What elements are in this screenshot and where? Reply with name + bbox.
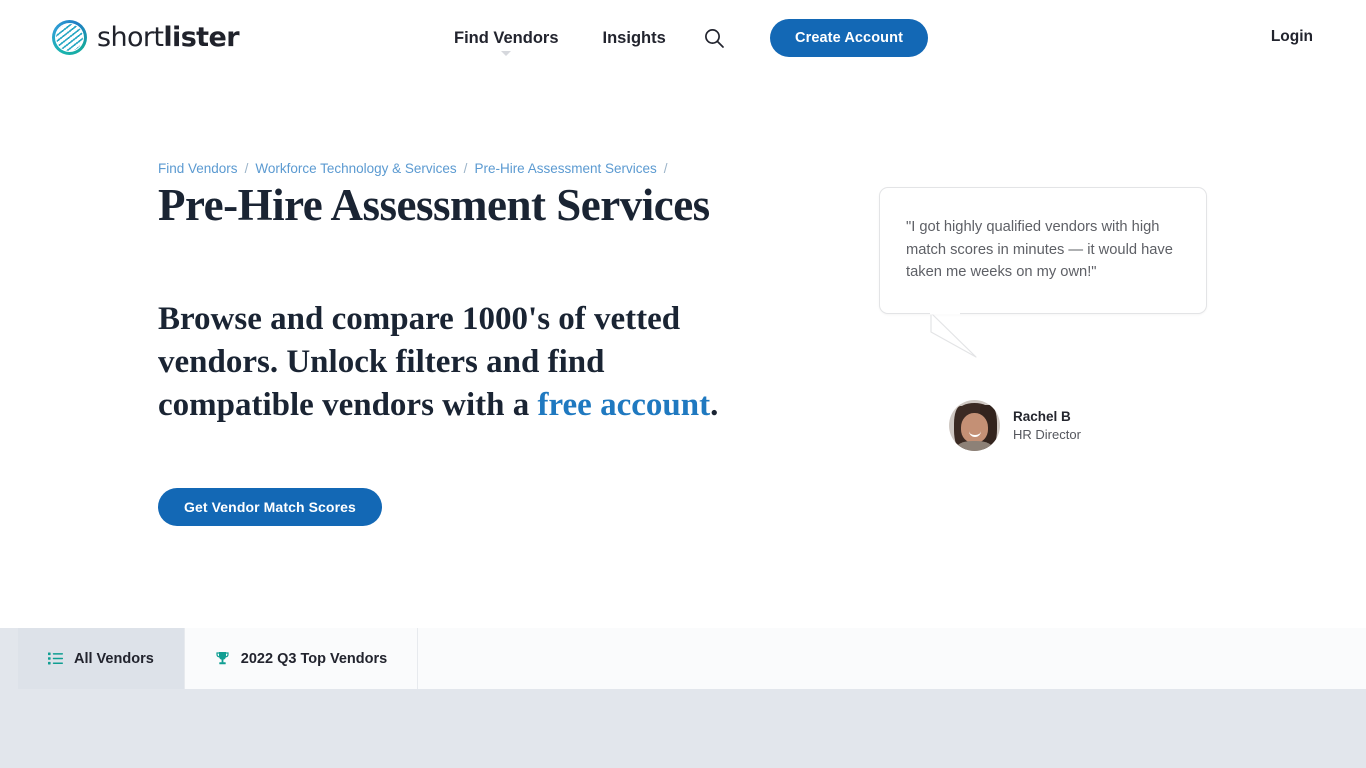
logo-text-bold: lister [163, 22, 239, 53]
vendor-browser-section: All Vendors 2022 Q3 Top Vendors [0, 628, 1366, 768]
breadcrumb-separator: / [244, 161, 249, 176]
breadcrumb-item-find-vendors[interactable]: Find Vendors [158, 161, 238, 176]
tab-all-vendors[interactable]: All Vendors [18, 628, 185, 689]
testimonial-author-role: HR Director [1013, 426, 1081, 442]
nav-item-insights-label: Insights [602, 28, 666, 47]
tab-all-vendors-label: All Vendors [74, 650, 154, 667]
logo-wordmark: shortlister [97, 22, 240, 53]
site-header: shortlister Find Vendors Insights Create… [0, 0, 1366, 76]
create-account-button[interactable]: Create Account [770, 19, 929, 57]
avatar [949, 400, 1000, 451]
page-root: shortlister Find Vendors Insights Create… [0, 0, 1366, 768]
testimonial-author-name: Rachel B [1013, 408, 1071, 424]
search-icon[interactable] [703, 27, 725, 49]
breadcrumb-item-workforce-technology[interactable]: Workforce Technology & Services [255, 161, 456, 176]
breadcrumb-item-pre-hire-assessment[interactable]: Pre-Hire Assessment Services [474, 161, 656, 176]
testimonial-author-info: Rachel B HR Director [1013, 408, 1081, 444]
site-logo[interactable]: shortlister [52, 20, 240, 55]
login-link[interactable]: Login [1271, 28, 1313, 46]
breadcrumb-separator: / [463, 161, 468, 176]
hero-subtitle: Browse and compare 1000's of vetted vend… [158, 298, 758, 427]
testimonial-bubble-tail [930, 312, 986, 358]
breadcrumb-separator: / [663, 161, 668, 176]
tabstrip-left-gap [0, 628, 18, 689]
testimonial-author: Rachel B HR Director [949, 400, 1081, 451]
testimonial-bubble: "I got highly qualified vendors with hig… [879, 187, 1207, 314]
tab-top-vendors-label: 2022 Q3 Top Vendors [240, 650, 388, 667]
shortlister-circle-logo-icon [52, 20, 87, 55]
hero-subtitle-period: . [710, 387, 719, 423]
vendor-toolbar: 42 Vendors Sort by: Sponsored ? Highest … [0, 689, 1366, 768]
vendor-tabs: All Vendors 2022 Q3 Top Vendors [0, 628, 1366, 689]
hero-subtitle-accent-link[interactable]: free account [538, 387, 711, 423]
tabstrip-filler [418, 628, 1366, 689]
tab-top-vendors[interactable]: 2022 Q3 Top Vendors [184, 628, 419, 689]
breadcrumb: Find Vendors / Workforce Technology & Se… [158, 161, 668, 176]
page-title: Pre-Hire Assessment Services [158, 180, 710, 230]
get-vendor-match-scores-button[interactable]: Get Vendor Match Scores [158, 488, 382, 526]
chevron-down-icon [501, 50, 512, 56]
hero-section: Find Vendors / Workforce Technology & Se… [0, 76, 1366, 628]
nav-item-insights[interactable]: Insights [601, 25, 668, 52]
logo-text-light: short [97, 22, 164, 53]
main-nav: Find Vendors Insights [452, 0, 668, 76]
testimonial-quote: "I got highly qualified vendors with hig… [906, 219, 1173, 280]
trophy-icon [215, 651, 230, 666]
list-icon [48, 652, 63, 665]
nav-item-find-vendors-label: Find Vendors [454, 28, 559, 47]
nav-item-find-vendors[interactable]: Find Vendors [452, 25, 561, 56]
